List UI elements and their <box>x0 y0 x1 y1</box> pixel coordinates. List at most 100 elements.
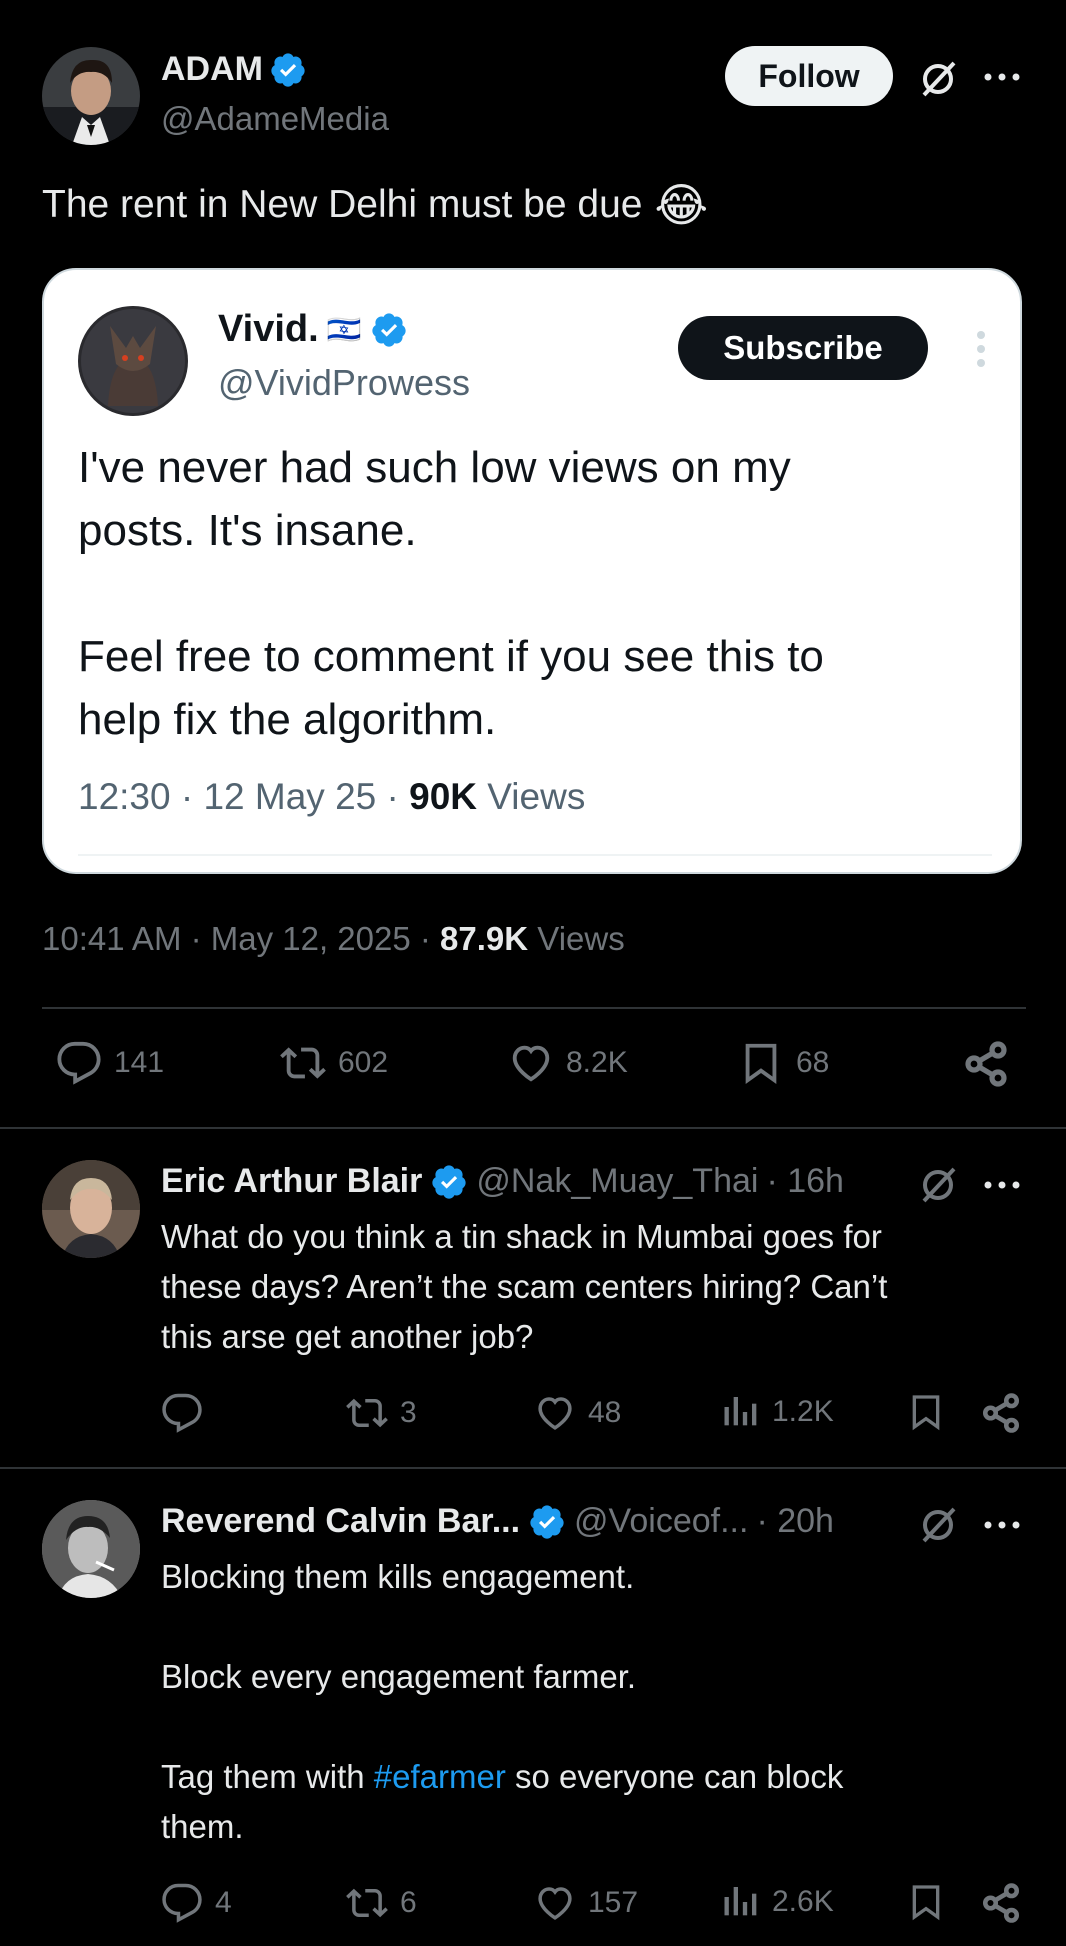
grok-icon[interactable] <box>913 1160 963 1210</box>
main-author-name-text: ADAM <box>161 50 263 88</box>
share-button[interactable] <box>980 1392 1022 1434</box>
quoted-post-card[interactable]: Vivid. 🇮🇱 @VividProwess Subscribe I've n… <box>42 268 1022 874</box>
bookmark-icon <box>912 1395 940 1431</box>
quoted-text-line: Feel free to comment if you see this to <box>78 632 824 681</box>
main-post-timestamp: 10:41 AM · May 12, 2025 · <box>42 920 441 957</box>
quoted-views-count: 90K <box>409 776 478 817</box>
views-count: 1.2K <box>772 1395 834 1428</box>
bookmark-button[interactable] <box>906 1882 946 1922</box>
divider <box>0 1467 1066 1469</box>
views-count: 2.6K <box>772 1885 834 1918</box>
follow-button[interactable]: Follow <box>725 46 893 106</box>
main-author-handle[interactable]: @AdameMedia <box>161 100 389 138</box>
reply-text-line: them. <box>161 1808 244 1845</box>
views-chart-icon <box>724 1887 757 1916</box>
quoted-text-line: I've never had such low views on my <box>78 443 791 492</box>
verified-badge-icon <box>530 1504 564 1539</box>
reply-text-line: Block every engagement farmer. <box>161 1658 637 1695</box>
repost-button[interactable]: 602 <box>280 1040 388 1086</box>
repost-icon <box>280 1047 326 1079</box>
reply-text-line: Tag them with #efarmer so everyone can b… <box>161 1752 843 1802</box>
quoted-views-label: Views <box>487 776 586 817</box>
reply-author-name[interactable]: Reverend Calvin Bar... <box>161 1502 520 1541</box>
like-button[interactable]: 157 <box>534 1882 638 1924</box>
repost-button[interactable]: 6 <box>346 1882 417 1924</box>
reply-author-handle[interactable]: @Voiceof... <box>574 1502 748 1541</box>
share-icon <box>965 1041 1007 1087</box>
quoted-author-handle[interactable]: @VividProwess <box>218 362 470 404</box>
more-options-icon[interactable] <box>980 62 1024 92</box>
quoted-author-name-text: Vivid. <box>218 308 319 350</box>
reply-text-line: What do you think a tin shack in Mumbai … <box>161 1218 882 1255</box>
quoted-more-options-icon[interactable] <box>966 324 996 374</box>
views-chart-icon <box>724 1397 757 1426</box>
reply-header: Eric Arthur Blair @Nak_Muay_Thai · 16h <box>161 1162 844 1201</box>
reply-icon <box>57 1041 101 1085</box>
share-button[interactable] <box>962 1040 1010 1088</box>
main-post-text: The rent in New Delhi must be due 😂 <box>42 178 708 232</box>
reply-text-segment: Tag them with <box>161 1758 374 1795</box>
heart-icon <box>538 1887 572 1920</box>
like-count: 8.2K <box>566 1046 628 1079</box>
bookmark-count: 68 <box>796 1046 830 1079</box>
like-button[interactable]: 48 <box>534 1392 621 1434</box>
reply-text-line: this arse get another job? <box>161 1318 534 1355</box>
subscribe-button[interactable]: Subscribe <box>678 316 928 380</box>
repost-button[interactable]: 3 <box>346 1392 417 1434</box>
reply-button[interactable]: 4 <box>161 1882 232 1924</box>
repost-icon <box>346 1398 388 1428</box>
quoted-post-timestamp: 12:30 · 12 May 25 · <box>78 776 410 817</box>
grok-icon[interactable] <box>913 54 963 104</box>
quoted-post-text: I've never had such low views on my post… <box>78 436 824 751</box>
reply-count: 4 <box>215 1886 232 1919</box>
israel-flag-emoji: 🇮🇱 <box>326 314 362 345</box>
reply-text: What do you think a tin shack in Mumbai … <box>161 1212 887 1362</box>
more-options-icon[interactable] <box>980 1170 1024 1200</box>
reply-icon <box>162 1393 202 1433</box>
reply-button[interactable]: 141 <box>56 1040 164 1086</box>
quoted-text-line: posts. It's insane. <box>78 506 417 555</box>
reply-button[interactable] <box>161 1392 215 1434</box>
like-count: 157 <box>588 1886 639 1919</box>
verified-badge-icon <box>271 52 305 87</box>
quoted-author-avatar[interactable] <box>78 306 188 416</box>
share-icon <box>982 1883 1020 1923</box>
quoted-post-meta: 12:30 · 12 May 25 · 90K Views <box>78 776 585 818</box>
reply-author-name[interactable]: Eric Arthur Blair <box>161 1162 422 1201</box>
grok-icon[interactable] <box>913 1500 963 1550</box>
quoted-text-line: help fix the algorithm. <box>78 695 497 744</box>
main-author-name[interactable]: ADAM <box>161 50 307 89</box>
reply-text: Blocking them kills engagement. Block ev… <box>161 1552 843 1852</box>
hashtag-link[interactable]: #efarmer <box>374 1758 506 1795</box>
views-button[interactable]: 2.6K <box>720 1882 834 1922</box>
repost-icon <box>346 1888 388 1918</box>
main-post-text-body: The rent in New Delhi must be due <box>42 183 643 226</box>
reply-author-avatar[interactable] <box>42 1500 140 1598</box>
main-post-meta: 10:41 AM · May 12, 2025 · 87.9K Views <box>42 920 625 958</box>
verified-badge-icon <box>432 1164 466 1199</box>
reply-time: · 20h <box>756 1502 834 1540</box>
main-author-avatar[interactable] <box>42 47 140 145</box>
verified-badge-icon <box>371 312 406 347</box>
reply-text-line: these days? Aren’t the scam centers hiri… <box>161 1268 888 1305</box>
bookmark-button[interactable]: 68 <box>738 1040 829 1086</box>
main-views-count: 87.9K <box>440 920 529 957</box>
reply-author-handle[interactable]: @Nak_Muay_Thai <box>476 1162 758 1201</box>
reply-header: Reverend Calvin Bar... @Voiceof... · 20h <box>161 1502 834 1541</box>
more-options-icon[interactable] <box>980 1510 1024 1540</box>
reply-count: 141 <box>114 1046 165 1079</box>
reply-text-line: Blocking them kills engagement. <box>161 1558 635 1595</box>
heart-icon <box>512 1045 550 1082</box>
reply-author-avatar[interactable] <box>42 1160 140 1258</box>
repost-count: 6 <box>400 1886 417 1919</box>
quoted-author-name[interactable]: Vivid. 🇮🇱 <box>218 308 408 351</box>
like-button[interactable]: 8.2K <box>508 1040 628 1086</box>
main-views-label: Views <box>537 920 625 957</box>
share-icon <box>982 1393 1020 1433</box>
share-button[interactable] <box>980 1882 1022 1924</box>
reply-icon <box>162 1883 202 1923</box>
reply-text-segment: so everyone can block <box>505 1758 844 1795</box>
heart-icon <box>538 1397 572 1430</box>
views-button[interactable]: 1.2K <box>720 1392 834 1432</box>
bookmark-button[interactable] <box>906 1392 946 1432</box>
